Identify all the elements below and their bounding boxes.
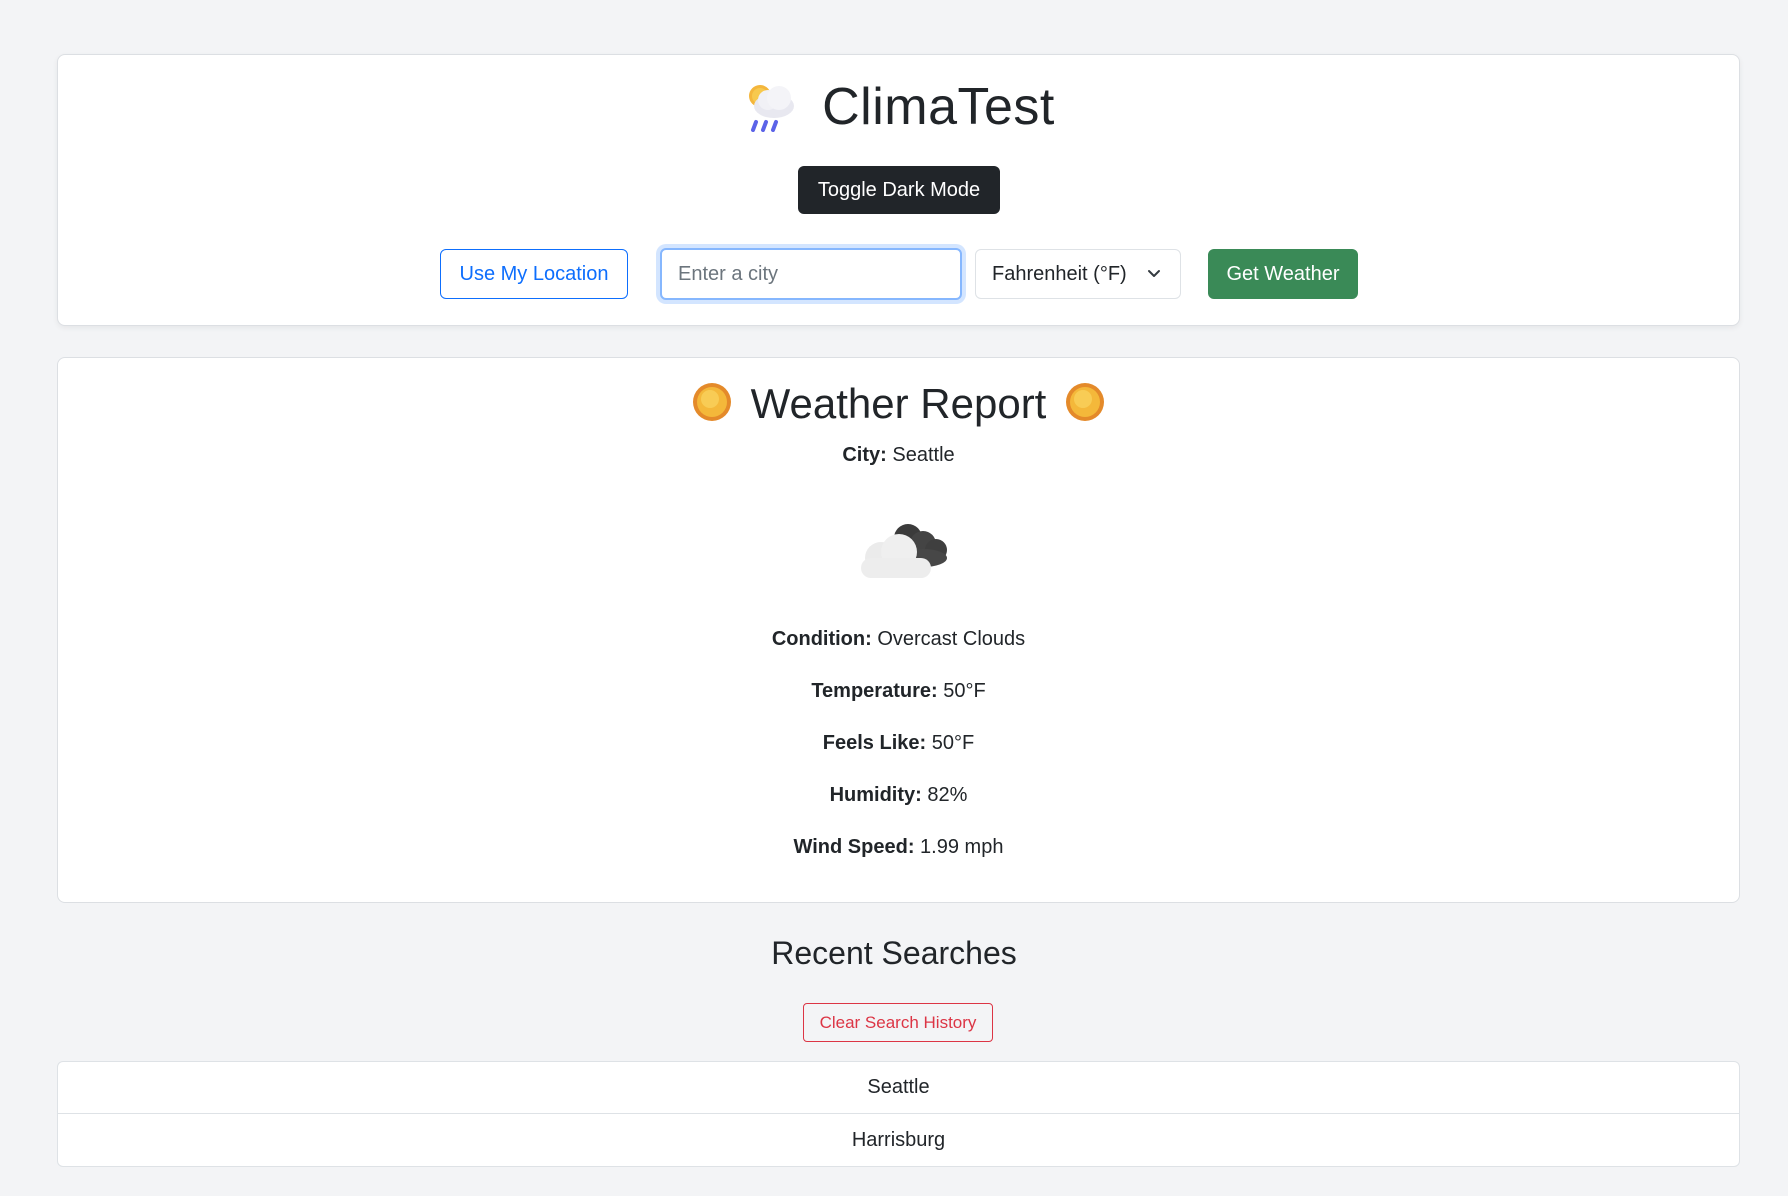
wind-speed-label: Wind Speed: — [793, 836, 915, 858]
temperature-line: Temperature: 50°F — [58, 680, 1739, 703]
feels-like-label: Feels Like: — [822, 732, 927, 754]
sun-icon — [1064, 381, 1106, 428]
humidity-line: Humidity: 82% — [58, 784, 1739, 807]
unit-select-value: Fahrenheit (°F) — [992, 262, 1127, 285]
humidity-value: 82% — [927, 784, 968, 806]
report-title: Weather Report — [750, 380, 1047, 427]
temperature-value: 50°F — [943, 680, 986, 702]
humidity-label: Humidity: — [829, 784, 922, 806]
chevron-down-icon — [1146, 264, 1162, 287]
wind-speed-value: 1.99 mph — [920, 836, 1004, 858]
wind-speed-line: Wind Speed: 1.99 mph — [58, 836, 1739, 859]
condition-line: Condition: Overcast Clouds — [58, 628, 1739, 651]
search-controls: Use My Location Fahrenheit (°F) Get Weat… — [58, 248, 1739, 300]
app-title-row: ClimaTest — [58, 77, 1739, 137]
use-my-location-button[interactable]: Use My Location — [440, 249, 628, 299]
header-card: ClimaTest Toggle Dark Mode Use My Locati… — [57, 54, 1740, 326]
report-title-row: Weather Report — [58, 380, 1739, 428]
weather-report-card: Weather Report City: Seattle Condition: … — [57, 357, 1740, 903]
get-weather-button[interactable]: Get Weather — [1208, 249, 1358, 299]
history-item[interactable]: Harrisburg — [58, 1114, 1739, 1166]
clear-search-history-button[interactable]: Clear Search History — [803, 1003, 993, 1042]
temperature-label: Temperature: — [811, 680, 938, 702]
feels-like-value: 50°F — [931, 732, 975, 754]
recent-searches-title: Recent Searches — [771, 935, 1017, 971]
condition-value: Overcast Clouds — [877, 628, 1026, 650]
sun-behind-rain-cloud-icon — [742, 78, 800, 137]
city-input[interactable] — [660, 248, 962, 300]
unit-select[interactable]: Fahrenheit (°F) — [975, 249, 1181, 299]
sun-icon — [691, 381, 733, 428]
feels-like-line: Feels Like: 50°F — [58, 732, 1739, 755]
condition-label: Condition: — [771, 628, 872, 650]
toggle-dark-mode-button[interactable]: Toggle Dark Mode — [798, 166, 1000, 214]
history-item[interactable]: Seattle — [58, 1062, 1739, 1114]
city-value: Seattle — [892, 444, 955, 466]
city-line: City: Seattle — [58, 444, 1739, 467]
search-history-list: Seattle Harrisburg — [57, 1061, 1740, 1167]
city-label: City: — [842, 444, 887, 466]
overcast-clouds-icon — [853, 518, 953, 587]
app-title: ClimaTest — [822, 78, 1055, 136]
